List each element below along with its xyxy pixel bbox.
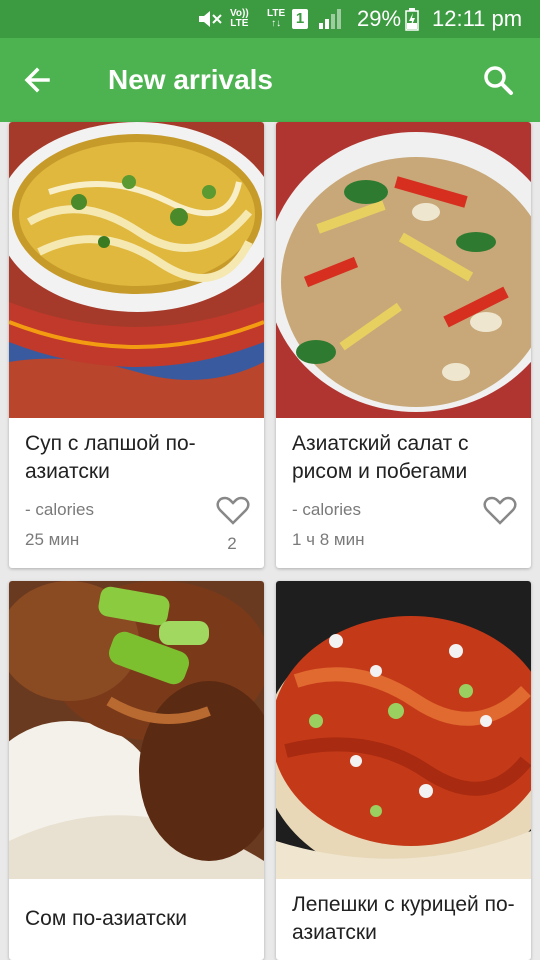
recipe-card[interactable]: Лепешки с курицей по-азиатски — [276, 581, 531, 960]
recipe-card[interactable]: Азиатский салат с рисом и побегами - cal… — [276, 122, 531, 568]
recipe-card[interactable]: Сом по-азиатски — [9, 581, 264, 960]
recipe-name: Сом по-азиатски — [25, 907, 187, 930]
mute-icon — [196, 0, 224, 38]
recipe-card[interactable]: Суп с лапшой по-азиатски - calories 25 м… — [9, 122, 264, 568]
recipe-time: 1 ч 8 мин — [292, 530, 365, 549]
search-button[interactable] — [480, 62, 516, 98]
data-arrows-icon: ↑↓ — [271, 18, 282, 29]
battery-percent: 29% — [357, 6, 402, 31]
volte-indicator: Vo)) LTE — [230, 0, 249, 38]
app-bar: New arrivals — [0, 38, 540, 122]
signal-icon — [318, 0, 342, 38]
favorite-button[interactable] — [216, 496, 250, 526]
likes-count: 2 — [227, 534, 237, 553]
back-button[interactable] — [20, 62, 56, 98]
recipe-calories: - calories — [25, 500, 94, 519]
sim-slot-label: 1 — [292, 9, 308, 29]
recipe-name: Лепешки с курицей по-азиатски — [292, 893, 515, 944]
favorite-button[interactable] — [483, 496, 517, 526]
status-bar: Vo)) LTE LTE ↑↓ 1 29% 12:11 pm — [0, 0, 540, 38]
recipe-time: 25 мин — [25, 530, 80, 549]
rice-salad-photo — [276, 122, 531, 418]
page-title: New arrivals — [108, 64, 273, 95]
recipe-name: Суп с лапшой по-азиатски — [25, 432, 196, 483]
sim-icon: 1 — [292, 0, 308, 38]
recipe-calories: - calories — [292, 500, 361, 519]
noodle-soup-photo — [9, 122, 264, 418]
arrow-back-icon — [24, 67, 50, 93]
volte-lte-label: LTE — [230, 18, 249, 29]
chicken-flatbread-photo — [276, 581, 531, 879]
search-icon — [484, 66, 513, 95]
battery-icon — [405, 0, 419, 38]
catfish-photo — [9, 581, 264, 879]
clock: 12:11 pm — [432, 6, 523, 31]
recipe-name: Азиатский салат с рисом и побегами — [292, 432, 469, 483]
lte-indicator: LTE ↑↓ — [267, 0, 285, 38]
